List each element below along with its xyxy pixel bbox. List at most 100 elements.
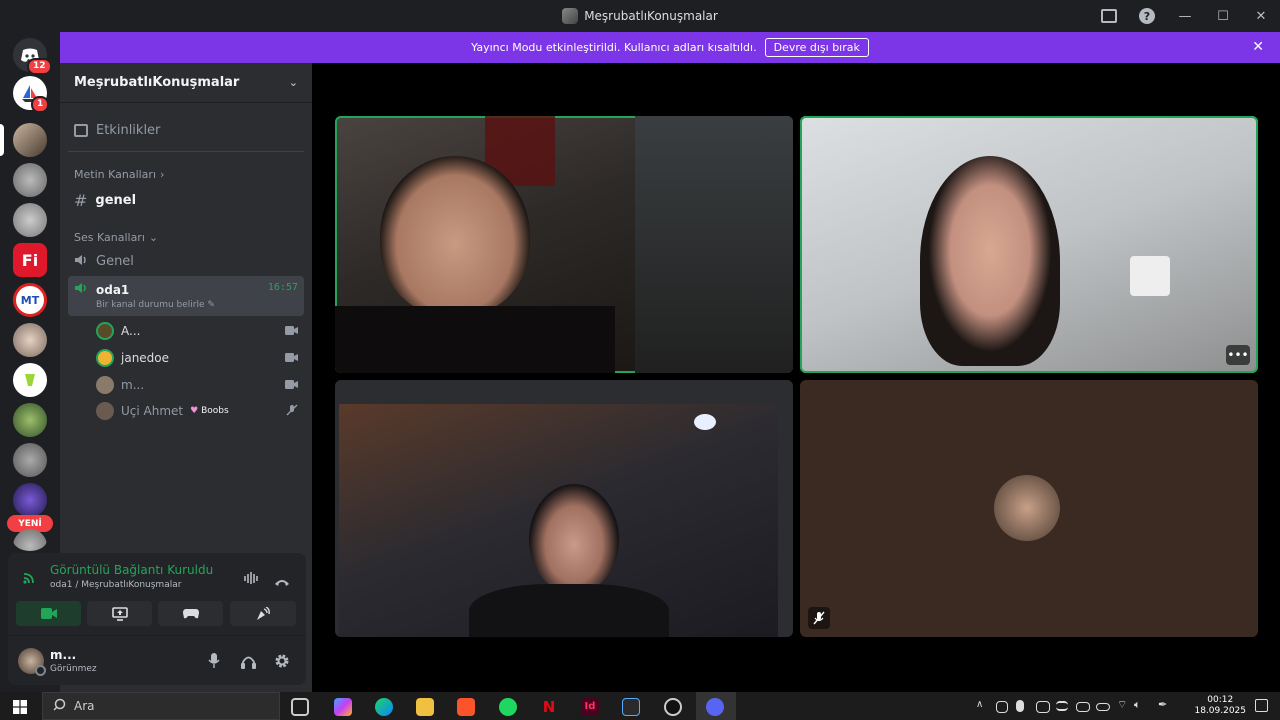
server-item[interactable]: 1 <box>13 76 50 113</box>
taskbar-search[interactable]: Ara <box>42 692 280 720</box>
wifi-icon[interactable]: ⌔ <box>1117 698 1127 712</box>
member-name: janedoe <box>121 351 170 365</box>
member-name: A... <box>121 324 141 338</box>
server-avatar-icon <box>13 443 47 477</box>
direct-messages-button[interactable]: 12 <box>13 38 52 75</box>
call-timer: 16:57 <box>267 282 298 293</box>
disable-streamer-mode-button[interactable]: Devre dışı bırak <box>764 38 869 57</box>
chevron-up-icon[interactable]: ∧ <box>976 699 983 710</box>
file-explorer-icon[interactable] <box>416 698 434 716</box>
edge-icon[interactable] <box>375 698 393 716</box>
server-item[interactable]: MT <box>13 283 47 317</box>
gear-icon[interactable] <box>274 653 290 673</box>
minimize-button[interactable]: — <box>1166 0 1204 32</box>
soundboard-button[interactable] <box>230 601 296 626</box>
server-item[interactable] <box>13 363 47 397</box>
voice-member[interactable]: A... <box>68 320 304 342</box>
more-options-button[interactable]: ••• <box>1226 345 1250 365</box>
inbox-button[interactable] <box>1090 0 1128 32</box>
microphone-icon[interactable] <box>208 653 220 672</box>
voice-channel-oda1[interactable]: oda1 Bir kanal durumu belirle ✎ 16:57 <box>68 276 304 316</box>
obs-icon[interactable] <box>664 698 682 716</box>
netflix-icon[interactable]: N <box>540 698 558 716</box>
window-background <box>635 116 793 373</box>
video-tile-audio-only[interactable] <box>800 380 1258 637</box>
voice-member[interactable]: Uçi Ahmet ♥ Boobs <box>68 400 304 422</box>
camera-button[interactable] <box>16 601 81 626</box>
hashtag-icon: # <box>74 190 88 210</box>
divider <box>68 151 304 152</box>
activities-button[interactable] <box>158 601 223 626</box>
speaker-icon <box>74 282 88 297</box>
video-tile[interactable] <box>335 380 793 637</box>
screen-share-icon <box>111 606 128 621</box>
events-item[interactable]: Etkinlikler <box>68 117 304 143</box>
server-item[interactable] <box>13 403 47 437</box>
server-item[interactable] <box>13 323 47 357</box>
server-item[interactable] <box>13 163 47 197</box>
voice-member[interactable]: m... <box>68 374 304 396</box>
pen-icon[interactable]: ✒︎ <box>1158 698 1167 711</box>
close-window-button[interactable]: ✕ <box>1242 0 1280 32</box>
text-category[interactable]: Metin Kanalları › <box>68 166 304 182</box>
voice-member[interactable]: janedoe <box>68 347 304 369</box>
volume-icon[interactable]: 🔈︎ <box>1134 698 1141 712</box>
participant-shirt <box>469 584 669 637</box>
disconnect-icon[interactable] <box>274 572 290 591</box>
tray-app-icon[interactable] <box>1076 702 1090 712</box>
more-dots-icon: ••• <box>1227 348 1249 362</box>
server-item[interactable] <box>13 483 47 517</box>
settings-sliders-icon[interactable] <box>1056 701 1068 711</box>
channel-status-prompt[interactable]: Bir kanal durumu belirle ✎ <box>96 300 260 310</box>
task-view-icon[interactable] <box>291 698 309 716</box>
mic-muted-icon <box>808 607 830 629</box>
spotify-icon[interactable] <box>499 698 517 716</box>
server-item[interactable]: Fi <box>13 243 47 277</box>
video-tile[interactable] <box>335 116 793 373</box>
voice-category-label: Ses Kanalları <box>74 230 145 244</box>
avatar <box>994 475 1060 541</box>
help-button[interactable]: ? <box>1128 0 1166 32</box>
headphones-icon[interactable] <box>241 654 256 673</box>
connection-location[interactable]: oda1 / MeşrubatlıKonuşmalar <box>50 580 181 590</box>
unread-badge: 12 <box>27 58 52 75</box>
maximize-button[interactable]: ☐ <box>1204 0 1242 32</box>
discord-taskbar-icon[interactable] <box>706 698 724 716</box>
lamp <box>694 414 716 430</box>
tray-app-icon[interactable] <box>1036 701 1050 713</box>
server-item[interactable] <box>13 443 47 477</box>
guild-header[interactable]: MeşrubatlıKonuşmalar ⌄ <box>60 63 312 103</box>
windows-start-icon[interactable] <box>13 699 27 718</box>
screen-share-button[interactable] <box>87 601 152 626</box>
search-placeholder: Ara <box>74 699 95 713</box>
brave-icon[interactable] <box>457 698 475 716</box>
clock-time: 00:12 <box>1207 695 1234 705</box>
server-item[interactable] <box>13 529 47 551</box>
participant-face <box>529 484 619 594</box>
microphone-icon[interactable] <box>1016 700 1024 712</box>
tray-app-icon[interactable] <box>996 701 1008 713</box>
calendar-icon <box>74 123 88 137</box>
notifications-icon[interactable] <box>1255 699 1268 712</box>
connection-status[interactable]: Görüntülü Bağlantı Kuruldu <box>50 563 213 577</box>
channel-genel[interactable]: # genel <box>68 188 304 212</box>
taskbar: Ara N Id ∧ ⌔ 🔈︎ ✒︎ 00:12 18.09.2025 <box>0 692 1280 720</box>
battery-icon[interactable] <box>1096 703 1110 711</box>
username[interactable]: m... <box>50 648 76 662</box>
indesign-icon[interactable]: Id <box>581 698 599 716</box>
channel-name: Genel <box>96 253 134 269</box>
server-item[interactable] <box>13 203 47 237</box>
avatar <box>96 349 114 367</box>
voice-category[interactable]: Ses Kanalları ⌄ <box>68 229 304 245</box>
heart-icon: ♥ <box>190 406 199 416</box>
davinci-icon[interactable] <box>622 698 640 716</box>
video-camera-icon <box>40 608 57 619</box>
video-tile[interactable]: ••• <box>800 116 1258 373</box>
search-icon <box>53 698 66 714</box>
system-clock[interactable]: 00:12 18.09.2025 <box>1194 695 1246 717</box>
noise-suppression-icon[interactable] <box>243 570 259 589</box>
server-item-current[interactable] <box>13 123 47 157</box>
voice-channel-genel[interactable]: Genel <box>68 249 304 273</box>
close-icon[interactable]: ✕ <box>1252 39 1264 55</box>
copilot-icon[interactable] <box>334 698 352 716</box>
